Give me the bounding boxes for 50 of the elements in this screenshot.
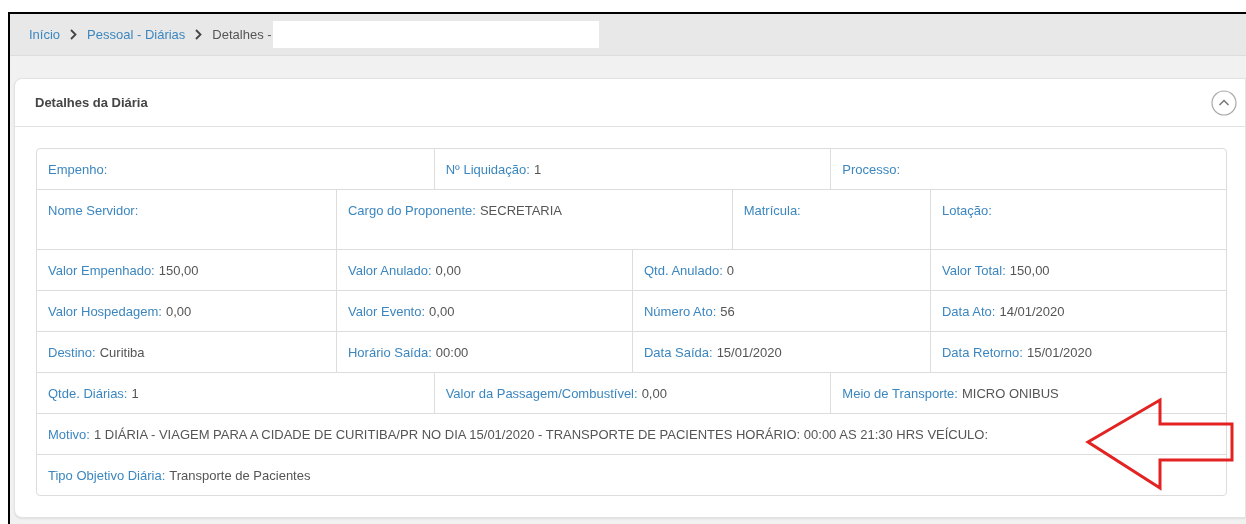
field-value: 15/01/2020 (1026, 345, 1092, 360)
field-label: Valor Evento: (348, 304, 426, 319)
field-value: 0,00 (435, 263, 461, 278)
field-value: 56 (720, 304, 735, 319)
field-value: Transporte de Pacientes (169, 468, 311, 483)
field-label: Lotação: (942, 203, 992, 218)
field-value: SECRETARIA (479, 203, 563, 218)
field-label: Valor da Passagem/Combustível: (445, 386, 638, 401)
field-label: Cargo do Proponente: (348, 203, 476, 218)
field-label: Valor Empenhado: (48, 263, 155, 278)
field-label: Data Saída: (644, 345, 713, 360)
field-label: Valor Anulado: (348, 263, 432, 278)
field-value: 00:00 (435, 345, 469, 360)
field-label: Motivo: (48, 427, 90, 442)
breadcrumb-link[interactable]: Pessoal - Diárias (87, 27, 186, 42)
field-label: Qtde. Diárias: (48, 386, 128, 401)
field-label: Matrícula: (743, 203, 801, 218)
field-label: Horário Saída: (348, 345, 432, 360)
collapse-toggle[interactable] (1211, 89, 1237, 116)
field-label: Processo: (842, 162, 901, 177)
field-value: 1 (533, 162, 542, 177)
field-value: 15/01/2020 (716, 345, 782, 360)
chevron-right-icon (195, 29, 203, 40)
field-label: Tipo Objetivo Diária: (48, 468, 166, 483)
card-title: Detalhes da Diária (35, 95, 148, 110)
field-value: 150,00 (1009, 263, 1050, 278)
chevron-right-icon (70, 29, 78, 40)
field-value: 0,00 (641, 386, 667, 401)
field-label: Destino: (48, 345, 96, 360)
field-value: MICRO ONIBUS (961, 386, 1059, 401)
field-label: Valor Total: (942, 263, 1006, 278)
field-label: Empenho: (48, 162, 108, 177)
breadcrumb-link[interactable]: Início (29, 27, 61, 42)
field-label: Valor Hospedagem: (48, 304, 162, 319)
field-label: Meio de Transporte: (842, 386, 958, 401)
field-label: Data Ato: (942, 304, 996, 319)
field-value: 150,00 (158, 263, 199, 278)
field-label: Número Ato: (644, 304, 717, 319)
field-value: 14/01/2020 (999, 304, 1065, 319)
field-label: Qtd. Anulado: (644, 263, 723, 278)
breadcrumb-current: Detalhes - (212, 27, 272, 42)
field-value: 0 (726, 263, 734, 278)
field-label: Nº Liquidação: (445, 162, 530, 177)
field-value: 0,00 (165, 304, 192, 319)
field-label: Nome Servidor: (48, 203, 139, 218)
field-value: 0,00 (429, 304, 455, 319)
field-label: Data Retorno: (942, 345, 1023, 360)
field-value: 1 DIÁRIA - VIAGEM PARA A CIDADE DE CURITIBA/PR NO DIA 15/01/2020 - TRANSPORTE DE PACIENTES HORÁRIO: 00:00 AS 21:30 HRS VEÍCULO: (93, 427, 989, 442)
field-value: Curitiba (99, 345, 145, 360)
field-value: 1 (131, 386, 139, 401)
